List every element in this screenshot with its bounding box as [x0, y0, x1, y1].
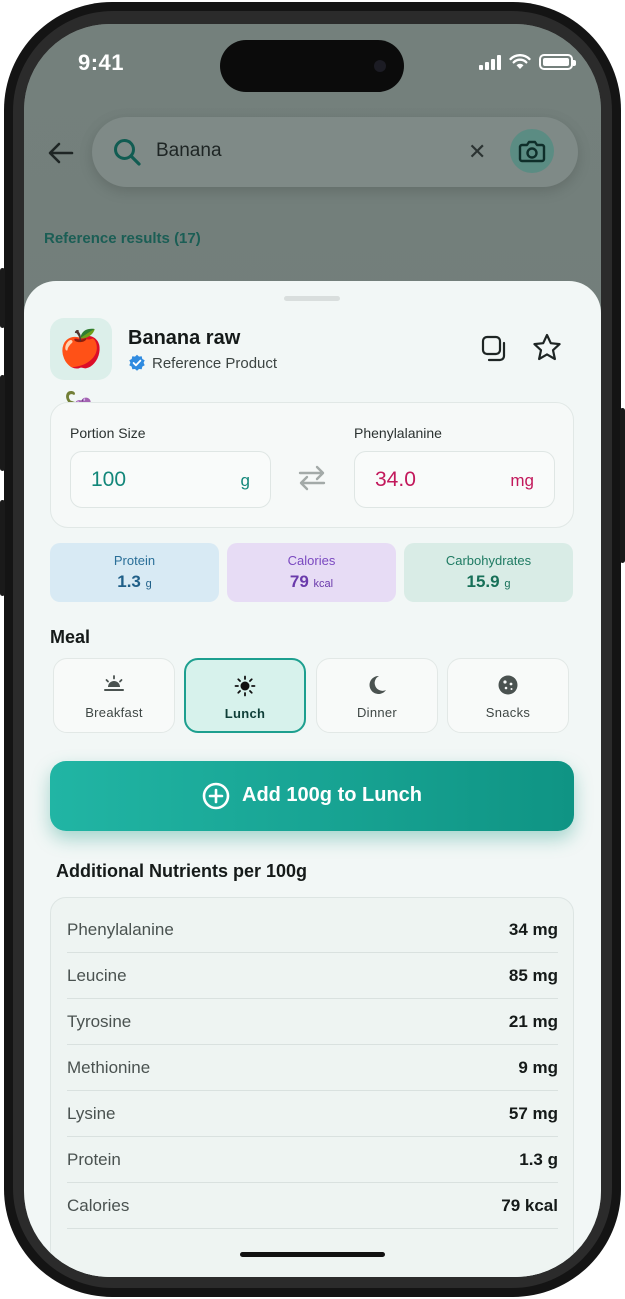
nutrient-row: Lysine 57 mg: [67, 1091, 558, 1137]
phenylalanine-unit: mg: [510, 471, 534, 490]
meal-option-snacks[interactable]: Snacks: [447, 658, 569, 733]
nutrient-name: Protein: [67, 1150, 121, 1169]
nutrient-name: Phenylalanine: [67, 920, 174, 939]
camera-button[interactable]: [510, 129, 554, 173]
battery-icon: [539, 54, 576, 70]
nutrient-value: 21 mg: [508, 1012, 558, 1031]
nutrient-name: Methionine: [67, 1058, 151, 1077]
portion-size-unit: g: [240, 471, 250, 490]
search-input[interactable]: Banana: [156, 140, 222, 162]
calories-unit: kcal: [313, 578, 334, 590]
plus-circle-icon: [202, 782, 230, 810]
nutrient-row: Protein 1.3 g: [67, 1137, 558, 1183]
protein-label: Protein: [113, 553, 156, 568]
nutrient-value: 79 kcal: [501, 1196, 558, 1215]
search-icon: [114, 139, 141, 166]
status-time: 9:41: [78, 50, 125, 75]
portion-size-label: Portion Size: [70, 425, 146, 441]
action-button: [0, 268, 5, 328]
search-bar[interactable]: Banana ✕: [92, 117, 578, 187]
status-bar: 9:41: [24, 24, 601, 104]
nutrient-value: 57 mg: [508, 1104, 558, 1123]
protein-unit: g: [145, 578, 152, 590]
carbohydrates-chip: Carbohydrates 15.9 g: [404, 543, 573, 602]
volume-down-button: [0, 500, 5, 596]
cookie-icon: [498, 675, 518, 695]
meal-option-label: Lunch: [224, 706, 266, 721]
carbohydrates-label: Carbohydrates: [445, 553, 532, 568]
add-button-label: Add 100g to Lunch: [242, 784, 422, 806]
nutrient-value: 85 mg: [508, 966, 558, 985]
calories-chip: Calories 79 kcal: [227, 543, 396, 602]
phenylalanine-label: Phenylalanine: [354, 425, 442, 441]
meal-option-dinner[interactable]: Dinner: [316, 658, 438, 733]
nutrient-row: Leucine 85 mg: [67, 953, 558, 999]
meal-option-label: Dinner: [356, 705, 398, 720]
reference-product-badge: Reference Product: [128, 354, 277, 372]
copy-icon[interactable]: [480, 334, 510, 364]
nutrient-value: 34 mg: [508, 920, 558, 939]
nutrient-name: Calories: [67, 1196, 130, 1215]
meal-option-label: Snacks: [485, 705, 531, 720]
phenylalanine-field[interactable]: 34.0 mg: [354, 451, 555, 508]
portion-size-field[interactable]: 100 g: [70, 451, 271, 508]
phenylalanine-value[interactable]: 34.0: [375, 468, 416, 492]
swap-arrows-icon[interactable]: [297, 465, 327, 491]
carbohydrates-unit: g: [504, 578, 511, 590]
nutrient-name: Tyrosine: [67, 1012, 132, 1031]
nutrients-section-title: Additional Nutrients per 100g: [56, 861, 308, 881]
meal-option-label: Breakfast: [85, 705, 143, 720]
meal-option-breakfast[interactable]: Breakfast: [53, 658, 175, 733]
calories-value: 79: [289, 572, 309, 591]
dynamic-island: [220, 40, 404, 92]
protein-value: 1.3: [117, 572, 141, 591]
nutrient-row: Methionine 9 mg: [67, 1045, 558, 1091]
back-arrow-icon[interactable]: [46, 138, 76, 168]
nutrient-row: Calories 79 kcal: [67, 1183, 558, 1229]
favorite-star-icon[interactable]: [531, 332, 563, 364]
status-icons: [479, 54, 576, 70]
cellular-signal-icon: [479, 54, 501, 70]
protein-chip: Protein 1.3 g: [50, 543, 219, 602]
sunrise-icon: [104, 675, 124, 691]
reference-results-label: Reference results (17): [44, 230, 201, 247]
nutrient-name: Leucine: [67, 966, 127, 985]
product-name: Banana raw: [128, 327, 241, 349]
nutrient-value: 9 mg: [518, 1058, 558, 1077]
portion-converter-card: Portion Size 100 g Phenylalanine 34.0 mg: [50, 402, 574, 528]
reference-product-label: Reference Product: [152, 354, 278, 372]
screen: 9:41 Banana ✕ Reference results (17) 🍎 B…: [24, 24, 601, 1277]
home-indicator[interactable]: [240, 1252, 385, 1257]
nutrients-table: Phenylalanine 34 mg Leucine 85 mg Tyrosi…: [50, 897, 574, 1277]
meal-option-lunch[interactable]: Lunch: [184, 658, 306, 733]
add-to-meal-button[interactable]: Add 100g to Lunch: [50, 761, 574, 831]
camera-icon: [518, 140, 546, 163]
meal-section-title: Meal: [50, 627, 91, 647]
nutrient-row: Phenylalanine 34 mg: [67, 907, 558, 953]
sun-icon: [234, 675, 256, 697]
calories-label: Calories: [287, 553, 336, 568]
product-fruit-icon: 🍎🍇: [50, 318, 112, 431]
power-button: [620, 408, 625, 563]
clear-search-icon[interactable]: ✕: [468, 139, 486, 165]
wifi-icon: [509, 54, 531, 69]
nutrient-row: Tyrosine 21 mg: [67, 999, 558, 1045]
carbohydrates-value: 15.9: [466, 572, 500, 591]
sheet-drag-handle[interactable]: [284, 296, 340, 301]
verified-badge-icon: [129, 354, 145, 371]
volume-up-button: [0, 375, 5, 471]
product-detail-sheet: 🍎🍇 Banana raw Reference Product Portion …: [24, 281, 601, 1277]
nutrient-value: 1.3 g: [519, 1150, 558, 1169]
nutrient-name: Lysine: [67, 1104, 116, 1123]
portion-size-value[interactable]: 100: [91, 468, 126, 492]
moon-icon: [369, 675, 386, 694]
